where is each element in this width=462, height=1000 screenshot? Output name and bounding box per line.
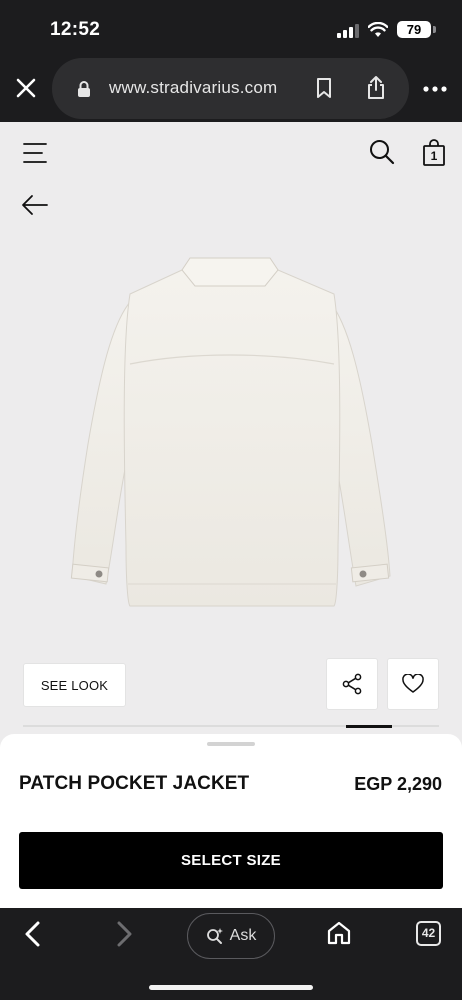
back-arrow-icon[interactable] <box>21 194 49 216</box>
status-bar: 12:52 79 <box>0 0 462 58</box>
more-icon[interactable] <box>422 84 448 94</box>
browser-bottom-toolbar: Ask 42 <box>0 908 462 1000</box>
address-bar[interactable]: www.stradivarius.com <box>52 58 409 119</box>
hamburger-icon[interactable] <box>23 141 47 165</box>
wifi-icon <box>368 22 388 37</box>
product-name: PATCH POCKET JACKET <box>19 773 250 794</box>
browser-toolbar: www.stradivarius.com <box>0 58 462 122</box>
ask-button[interactable]: Ask <box>187 913 275 959</box>
tab-switcher-button[interactable]: 42 <box>416 921 441 946</box>
search-icon[interactable] <box>369 139 395 165</box>
battery-tip <box>433 26 436 33</box>
jacket-image[interactable] <box>60 254 400 614</box>
lock-icon <box>78 81 90 97</box>
close-icon <box>16 78 36 98</box>
chevron-right-icon[interactable] <box>112 920 136 948</box>
home-indicator[interactable] <box>149 985 313 990</box>
cellular-signal-icon <box>337 24 359 38</box>
bookmark-icon[interactable] <box>315 77 333 99</box>
share-product-button[interactable] <box>326 658 378 710</box>
product-bottom-sheet: PATCH POCKET JACKET EGP 2,290 SELECT SIZ… <box>0 734 462 908</box>
select-size-button[interactable]: SELECT SIZE <box>19 832 443 889</box>
see-look-button[interactable]: SEE LOOK <box>23 663 126 707</box>
image-carousel-indicator <box>346 725 392 728</box>
bag-count: 1 <box>430 149 438 163</box>
web-content: 1 SEE LOOK PATCH POCKET JACKET EGP 2,290… <box>0 122 462 908</box>
battery-indicator: 79 <box>397 21 431 38</box>
sheet-drag-handle[interactable] <box>207 742 255 746</box>
url-text: www.stradivarius.com <box>109 78 278 97</box>
product-price: EGP 2,290 <box>354 774 442 794</box>
share-icon[interactable] <box>365 75 387 100</box>
sparkle-search-icon <box>206 928 223 944</box>
home-icon[interactable] <box>326 920 352 946</box>
status-time: 12:52 <box>50 19 101 40</box>
shopping-bag-button[interactable]: 1 <box>422 139 446 167</box>
chevron-left-icon[interactable] <box>21 920 45 948</box>
ask-label: Ask <box>229 927 257 944</box>
heart-icon <box>402 674 424 693</box>
share-icon <box>342 673 362 695</box>
close-tab-button[interactable] <box>12 74 40 102</box>
add-to-favorites-button[interactable] <box>387 658 439 710</box>
